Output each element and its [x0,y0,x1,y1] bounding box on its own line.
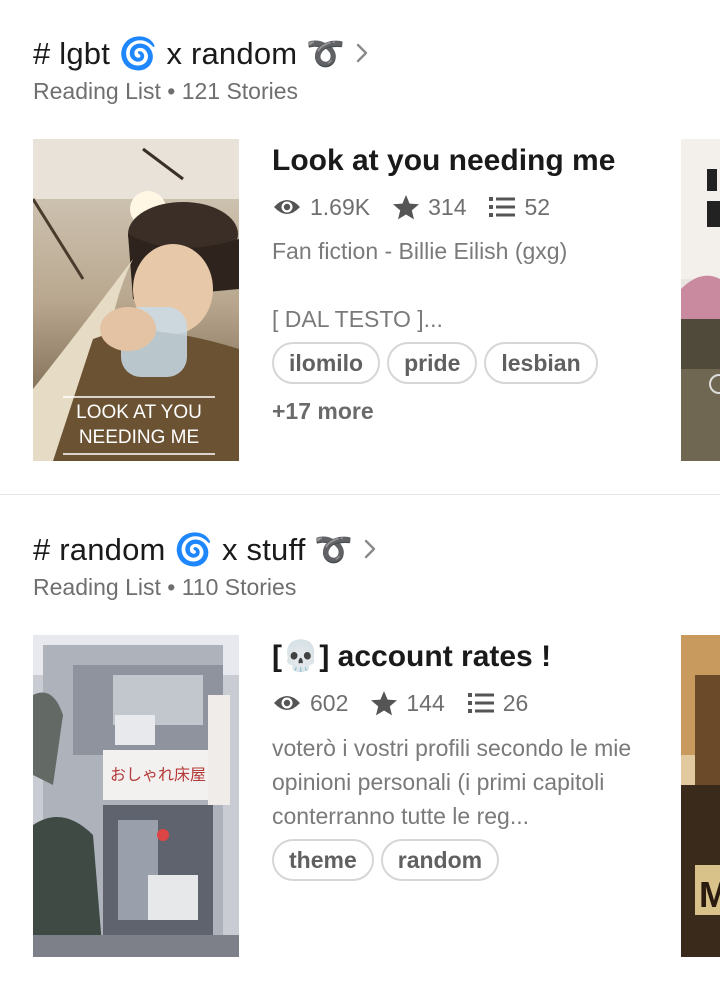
list-icon [467,693,494,713]
reads-stat: 602 [272,690,348,717]
reading-list-title[interactable]: # random 🌀 x stuff ➰ [33,531,353,568]
tag-chip[interactable]: random [380,839,500,881]
story-card[interactable]: [💀] account rates ! 602 144 26 voterò i … [272,637,652,881]
reading-list-meta: Reading List • 110 Stories [33,574,297,600]
svg-text:おしゃれ床屋: おしゃれ床屋 [110,765,206,784]
reading-list-title[interactable]: # lgbt 🌀 x random ➰ [33,35,345,72]
more-tags-link[interactable]: +17 more [272,398,652,425]
star-icon [371,691,398,716]
story-cover[interactable]: LOOK AT YOU NEEDING ME [33,139,239,461]
tag-chip[interactable]: ilomilo [272,342,381,384]
tag-chip[interactable]: pride [387,342,478,384]
parts-count: 26 [502,689,529,716]
chevron-right-icon[interactable] [355,42,369,64]
votes-count: 314 [428,193,467,220]
tag-chip[interactable]: theme [272,839,374,881]
story-card[interactable]: Look at you needing me 1.69K 314 52 Fan … [272,141,652,425]
next-cover-image [681,139,720,461]
next-story-cover[interactable] [681,139,720,461]
cover-image: おしゃれ床屋 [33,635,239,957]
story-description: [ DAL TESTO ]... [272,306,443,332]
cover-image: LOOK AT YOU NEEDING ME [33,139,239,461]
reads-count: 1.69K [310,193,371,220]
story-title[interactable]: [💀] account rates ! [272,637,652,677]
story-category: Fan fiction - Billie Eilish (gxg) [272,238,568,264]
reading-list-section-2: # random 🌀 x stuff ➰ Reading List • 110 … [0,495,720,990]
story-cover[interactable]: おしゃれ床屋 [33,635,239,957]
svg-text:M: M [699,874,720,915]
story-stats: 1.69K 314 52 [272,191,652,223]
votes-stat: 144 [370,689,445,717]
votes-count: 144 [406,689,445,716]
eye-icon [274,696,300,710]
reads-count: 602 [310,689,349,716]
next-cover-image: M [681,635,720,957]
list-icon [489,197,516,217]
parts-stat: 26 [467,689,529,717]
story-stats: 602 144 26 [272,687,652,719]
reading-list-header[interactable]: # random 🌀 x stuff ➰ [33,529,377,569]
parts-stat: 52 [488,194,550,221]
eye-icon [274,200,300,214]
story-tags: theme random [272,839,652,881]
reads-stat: 1.69K [272,194,370,221]
reading-list-section-1: # lgbt 🌀 x random ➰ Reading List • 121 S… [0,0,720,494]
chevron-right-icon[interactable] [363,538,377,560]
star-icon [393,195,420,220]
story-tags: ilomilo pride lesbian [272,342,652,384]
parts-count: 52 [524,193,551,220]
tag-chip[interactable]: lesbian [484,342,598,384]
cover-title-line-2: NEEDING ME [79,427,199,448]
cover-title-line-1: LOOK AT YOU [76,402,202,423]
story-description: voterò i vostri profili secondo le mie o… [272,735,632,829]
story-title[interactable]: Look at you needing me [272,141,652,181]
votes-stat: 314 [392,194,466,221]
reading-list-meta: Reading List • 121 Stories [33,78,299,104]
next-story-cover[interactable]: M [681,635,720,957]
reading-list-header[interactable]: # lgbt 🌀 x random ➰ [33,33,369,73]
